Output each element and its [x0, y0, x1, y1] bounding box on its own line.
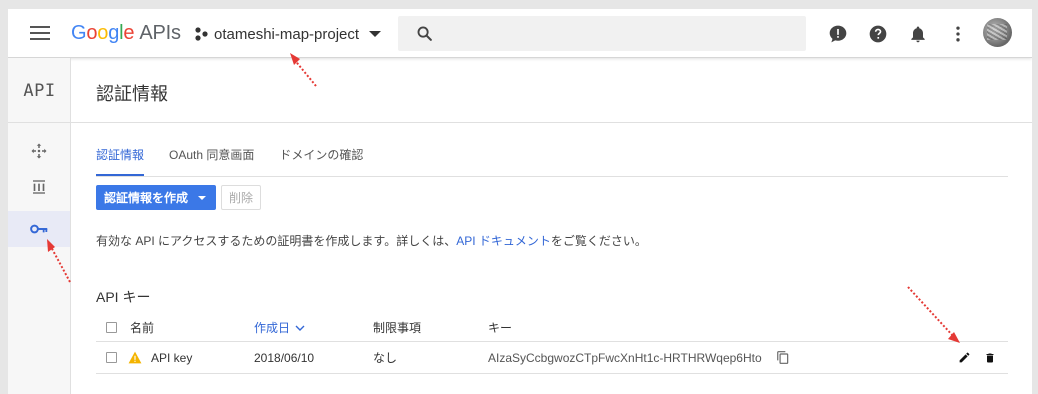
logo-letter: g: [108, 22, 120, 44]
api-keys-table: 名前 作成日 制限事項 キー API key 2018/06/10 なし AIz…: [96, 314, 1008, 374]
notifications-icon[interactable]: [908, 24, 928, 44]
project-dots-icon: [195, 27, 208, 41]
library-icon: [33, 180, 45, 194]
top-bar: Google APIs otameshi-map-project: [8, 9, 1032, 58]
create-credentials-label: 認証情報を作成: [104, 191, 189, 205]
project-selector[interactable]: otameshi-map-project: [194, 23, 382, 45]
pencil-icon: [959, 352, 970, 363]
google-apis-logo[interactable]: Google APIs: [71, 22, 181, 45]
tab-bar: 認証情報 OAuth 同意画面 ドメインの確認: [96, 146, 388, 176]
table-header: 名前 作成日 制限事項 キー: [96, 314, 1008, 342]
description-text: 有効な API にアクセスするための証明書を作成します。詳しくは、API ドキュ…: [96, 232, 647, 249]
header-name: 名前: [130, 321, 155, 335]
description-prefix: 有効な API にアクセスするための証明書を作成します。詳しくは、: [96, 234, 457, 248]
dashboard-icon: [31, 143, 47, 159]
delete-button[interactable]: 削除: [221, 185, 261, 210]
help-icon[interactable]: [868, 24, 888, 44]
dropdown-arrow-icon: [198, 195, 207, 200]
header-created-sort[interactable]: 作成日: [254, 314, 305, 341]
tab-oauth-consent[interactable]: OAuth 同意画面: [169, 146, 254, 176]
row-select-cell: [106, 342, 117, 373]
logo-apis-text: APIs: [139, 22, 181, 44]
main-menu-icon[interactable]: [30, 26, 50, 40]
rail-api-label: API: [23, 81, 56, 101]
key-icon: [30, 224, 48, 234]
table-row[interactable]: API key 2018/06/10 なし AIzaSyCcbgwozCTpFw…: [96, 342, 1008, 374]
search-input[interactable]: [398, 16, 806, 51]
row-checkbox[interactable]: [106, 352, 117, 363]
tab-domain-verification[interactable]: ドメインの確認: [279, 146, 363, 176]
left-rail: API: [8, 58, 71, 394]
description-suffix: をご覧ください。: [550, 234, 647, 248]
search-icon: [417, 26, 432, 41]
page-title: 認証情報: [96, 84, 168, 104]
rail-divider: [8, 122, 71, 123]
trash-icon: [986, 353, 994, 362]
header-created: 作成日: [254, 321, 291, 335]
logo-letter: o: [86, 22, 98, 44]
rail-item-dashboard[interactable]: [8, 133, 70, 169]
warning-icon: [128, 351, 142, 364]
warning-cell: [128, 342, 142, 373]
header-key: キー: [488, 321, 513, 335]
copy-key-button[interactable]: [776, 342, 790, 373]
more-vert-icon[interactable]: [948, 24, 968, 44]
api-key-value: AIzaSyCcbgwozCTpFwcXnHt1c-HRTHRWqep6Hto: [488, 350, 762, 365]
create-credentials-button[interactable]: 認証情報を作成: [96, 185, 216, 210]
created-date: 2018/06/10: [254, 350, 315, 365]
delete-key-button[interactable]: [984, 342, 996, 373]
key-name-link[interactable]: API key: [151, 342, 192, 373]
edit-key-button[interactable]: [958, 342, 971, 373]
main-content: 認証情報 認証情報 OAuth 同意画面 ドメインの確認 認証情報を作成 削除 …: [71, 58, 1032, 394]
app-window: Google APIs otameshi-map-project API 認証情…: [8, 9, 1032, 394]
chevron-down-icon: [369, 31, 382, 37]
logo-letter: G: [71, 22, 87, 44]
header-restrictions: 制限事項: [373, 321, 422, 335]
restrictions-value: なし: [373, 351, 398, 365]
project-name: otameshi-map-project: [214, 25, 360, 43]
rail-item-credentials[interactable]: [8, 211, 70, 247]
rail-item-library[interactable]: [8, 169, 70, 205]
select-all-cell: [106, 314, 117, 341]
search-box[interactable]: [398, 16, 806, 51]
logo-letter: e: [123, 22, 135, 44]
avatar[interactable]: [983, 18, 1012, 47]
copy-icon: [777, 351, 789, 364]
tab-credentials[interactable]: 認証情報: [96, 146, 145, 176]
sort-down-icon: [295, 325, 305, 331]
header-divider: [71, 122, 1032, 123]
api-docs-link[interactable]: API ドキュメント: [456, 234, 551, 248]
select-all-checkbox[interactable]: [106, 322, 117, 333]
tabs-divider: [96, 176, 1008, 177]
logo-letter: o: [97, 22, 109, 44]
section-title: API キー: [96, 289, 151, 305]
feedback-icon[interactable]: [828, 24, 848, 44]
